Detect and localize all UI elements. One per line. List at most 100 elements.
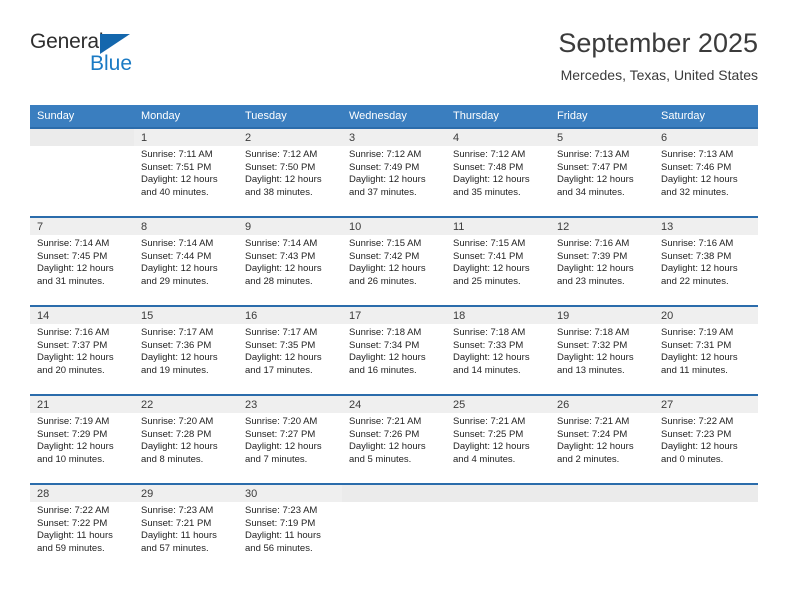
calendar-day-cell[interactable]: 27 Sunrise: 7:22 AM Sunset: 7:23 PM Dayligh…: [654, 394, 758, 483]
day-number: [446, 485, 550, 502]
day-number: 1: [134, 129, 238, 146]
daylight-duration-line2: and 56 minutes.: [245, 542, 313, 554]
weekday-header-sunday: Sunday: [30, 105, 134, 127]
sunset-time: Sunset: 7:50 PM: [245, 161, 316, 173]
calendar-day-cell[interactable]: 23 Sunrise: 7:20 AM Sunset: 7:27 PM Dayligh…: [238, 394, 342, 483]
daylight-duration-line1: Daylight: 12 hours: [453, 174, 530, 186]
calendar-day-cell[interactable]: 4 Sunrise: 7:12 AM Sunset: 7:48 PM Daylight…: [446, 127, 550, 216]
day-cell-inner: 9 Sunrise: 7:14 AM Sunset: 7:43 PM Daylight…: [238, 216, 342, 305]
sunrise-time: Sunrise: 7:18 AM: [557, 327, 630, 338]
day-details: Sunrise: 7:13 AM Sunset: 7:46 PM Daylight:…: [654, 146, 758, 199]
sunset-time: Sunset: 7:34 PM: [349, 339, 420, 351]
day-number: 13: [654, 218, 758, 235]
daylight-duration-line2: and 11 minutes.: [661, 364, 728, 376]
calendar-day-cell[interactable]: 20 Sunrise: 7:19 AM Sunset: 7:31 PM Dayligh…: [654, 305, 758, 394]
brand-name-blue: Blue: [90, 52, 133, 75]
calendar-day-cell[interactable]: 9 Sunrise: 7:14 AM Sunset: 7:43 PM Daylight…: [238, 216, 342, 305]
sunrise-time: Sunrise: 7:14 AM: [245, 238, 318, 249]
sunset-time: Sunset: 7:22 PM: [37, 517, 108, 529]
sunset-time: Sunset: 7:48 PM: [453, 161, 524, 173]
calendar-day-cell[interactable]: 11 Sunrise: 7:15 AM Sunset: 7:41 PM Dayligh…: [446, 216, 550, 305]
day-details: Sunrise: 7:14 AM Sunset: 7:43 PM Daylight:…: [238, 235, 342, 288]
sunrise-time: Sunrise: 7:22 AM: [661, 416, 734, 427]
weekday-header-monday: Monday: [134, 105, 238, 127]
calendar-day-cell[interactable]: 2 Sunrise: 7:12 AM Sunset: 7:50 PM Daylight…: [238, 127, 342, 216]
day-cell-inner: 21 Sunrise: 7:19 AM Sunset: 7:29 PM Dayligh…: [30, 394, 134, 483]
calendar-day-cell[interactable]: 25 Sunrise: 7:21 AM Sunset: 7:25 PM Dayligh…: [446, 394, 550, 483]
daylight-duration-line1: Daylight: 11 hours: [141, 530, 217, 542]
calendar-day-cell[interactable]: 8 Sunrise: 7:14 AM Sunset: 7:44 PM Daylight…: [134, 216, 238, 305]
daylight-duration-line1: Daylight: 12 hours: [37, 263, 114, 275]
calendar-day-cell[interactable]: 5 Sunrise: 7:13 AM Sunset: 7:47 PM Daylight…: [550, 127, 654, 216]
day-number: 8: [134, 218, 238, 235]
calendar-day-cell[interactable]: 16 Sunrise: 7:17 AM Sunset: 7:35 PM Dayligh…: [238, 305, 342, 394]
day-details: Sunrise: 7:18 AM Sunset: 7:32 PM Daylight:…: [550, 324, 654, 377]
calendar-day-cell[interactable]: 12 Sunrise: 7:16 AM Sunset: 7:39 PM Dayligh…: [550, 216, 654, 305]
day-number: [550, 485, 654, 502]
sunset-time: Sunset: 7:31 PM: [661, 339, 732, 351]
calendar-day-cell[interactable]: 17 Sunrise: 7:18 AM Sunset: 7:34 PM Dayligh…: [342, 305, 446, 394]
brand-logo[interactable]: General Blue: [30, 30, 150, 82]
sunrise-time: Sunrise: 7:14 AM: [37, 238, 110, 249]
sunrise-time: Sunrise: 7:11 AM: [141, 149, 213, 160]
daylight-duration-line1: Daylight: 12 hours: [661, 352, 738, 364]
day-details: Sunrise: 7:20 AM Sunset: 7:28 PM Daylight:…: [134, 413, 238, 466]
calendar-day-cell: [446, 483, 550, 572]
calendar-day-cell[interactable]: 22 Sunrise: 7:20 AM Sunset: 7:28 PM Dayligh…: [134, 394, 238, 483]
day-details: Sunrise: 7:12 AM Sunset: 7:49 PM Daylight:…: [342, 146, 446, 199]
day-cell-inner: 11 Sunrise: 7:15 AM Sunset: 7:41 PM Dayligh…: [446, 216, 550, 305]
day-details: Sunrise: 7:18 AM Sunset: 7:34 PM Daylight:…: [342, 324, 446, 377]
day-details: Sunrise: 7:17 AM Sunset: 7:36 PM Daylight:…: [134, 324, 238, 377]
calendar-day-cell[interactable]: 10 Sunrise: 7:15 AM Sunset: 7:42 PM Dayligh…: [342, 216, 446, 305]
calendar-day-cell[interactable]: 7 Sunrise: 7:14 AM Sunset: 7:45 PM Daylight…: [30, 216, 134, 305]
calendar-day-cell[interactable]: 13 Sunrise: 7:16 AM Sunset: 7:38 PM Dayligh…: [654, 216, 758, 305]
day-cell-inner: 2 Sunrise: 7:12 AM Sunset: 7:50 PM Daylight…: [238, 127, 342, 216]
calendar-day-cell[interactable]: 6 Sunrise: 7:13 AM Sunset: 7:46 PM Daylight…: [654, 127, 758, 216]
calendar-day-cell[interactable]: 21 Sunrise: 7:19 AM Sunset: 7:29 PM Dayligh…: [30, 394, 134, 483]
day-number: 25: [446, 396, 550, 413]
day-number: [342, 485, 446, 502]
daylight-duration-line1: Daylight: 11 hours: [245, 530, 321, 542]
daylight-duration-line2: and 57 minutes.: [141, 542, 209, 554]
calendar-day-cell[interactable]: 3 Sunrise: 7:12 AM Sunset: 7:49 PM Daylight…: [342, 127, 446, 216]
calendar-day-cell[interactable]: 24 Sunrise: 7:21 AM Sunset: 7:26 PM Dayligh…: [342, 394, 446, 483]
day-details: Sunrise: 7:17 AM Sunset: 7:35 PM Daylight:…: [238, 324, 342, 377]
day-cell-inner: 7 Sunrise: 7:14 AM Sunset: 7:45 PM Daylight…: [30, 216, 134, 305]
calendar-day-cell[interactable]: 14 Sunrise: 7:16 AM Sunset: 7:37 PM Dayligh…: [30, 305, 134, 394]
daylight-duration-line2: and 32 minutes.: [661, 186, 729, 198]
daylight-duration-line1: Daylight: 12 hours: [453, 263, 530, 275]
calendar-day-cell[interactable]: 29 Sunrise: 7:23 AM Sunset: 7:21 PM Dayligh…: [134, 483, 238, 572]
calendar-day-cell[interactable]: 19 Sunrise: 7:18 AM Sunset: 7:32 PM Dayligh…: [550, 305, 654, 394]
calendar-day-cell[interactable]: 18 Sunrise: 7:18 AM Sunset: 7:33 PM Dayligh…: [446, 305, 550, 394]
day-cell-inner: 12 Sunrise: 7:16 AM Sunset: 7:39 PM Dayligh…: [550, 216, 654, 305]
day-number: 20: [654, 307, 758, 324]
daylight-duration-line1: Daylight: 12 hours: [349, 352, 426, 364]
day-number: 14: [30, 307, 134, 324]
daylight-duration-line2: and 19 minutes.: [141, 364, 209, 376]
day-cell-inner: 30 Sunrise: 7:23 AM Sunset: 7:19 PM Dayligh…: [238, 483, 342, 572]
calendar-day-cell[interactable]: 28 Sunrise: 7:22 AM Sunset: 7:22 PM Dayligh…: [30, 483, 134, 572]
day-number: 7: [30, 218, 134, 235]
sunrise-time: Sunrise: 7:13 AM: [557, 149, 630, 160]
sunset-time: Sunset: 7:43 PM: [245, 250, 316, 262]
day-cell-inner: 27 Sunrise: 7:22 AM Sunset: 7:23 PM Dayligh…: [654, 394, 758, 483]
weekday-header-tuesday: Tuesday: [238, 105, 342, 127]
day-cell-inner: [30, 127, 134, 216]
day-cell-inner: 14 Sunrise: 7:16 AM Sunset: 7:37 PM Dayligh…: [30, 305, 134, 394]
calendar-day-cell[interactable]: 15 Sunrise: 7:17 AM Sunset: 7:36 PM Dayligh…: [134, 305, 238, 394]
daylight-duration-line2: and 38 minutes.: [245, 186, 313, 198]
daylight-duration-line1: Daylight: 12 hours: [141, 352, 218, 364]
daylight-duration-line2: and 29 minutes.: [141, 275, 209, 287]
day-number: 28: [30, 485, 134, 502]
sunset-time: Sunset: 7:37 PM: [37, 339, 108, 351]
daylight-duration-line2: and 26 minutes.: [349, 275, 417, 287]
day-details: Sunrise: 7:23 AM Sunset: 7:19 PM Daylight:…: [238, 502, 342, 555]
sunrise-time: Sunrise: 7:12 AM: [349, 149, 422, 160]
day-number: [30, 129, 134, 146]
calendar-day-cell[interactable]: 1 Sunrise: 7:11 AM Sunset: 7:51 PM Daylight…: [134, 127, 238, 216]
calendar-day-cell[interactable]: 30 Sunrise: 7:23 AM Sunset: 7:19 PM Dayligh…: [238, 483, 342, 572]
calendar-day-cell[interactable]: 26 Sunrise: 7:21 AM Sunset: 7:24 PM Dayligh…: [550, 394, 654, 483]
sunset-time: Sunset: 7:44 PM: [141, 250, 212, 262]
sunset-time: Sunset: 7:47 PM: [557, 161, 628, 173]
sunset-time: Sunset: 7:49 PM: [349, 161, 420, 173]
